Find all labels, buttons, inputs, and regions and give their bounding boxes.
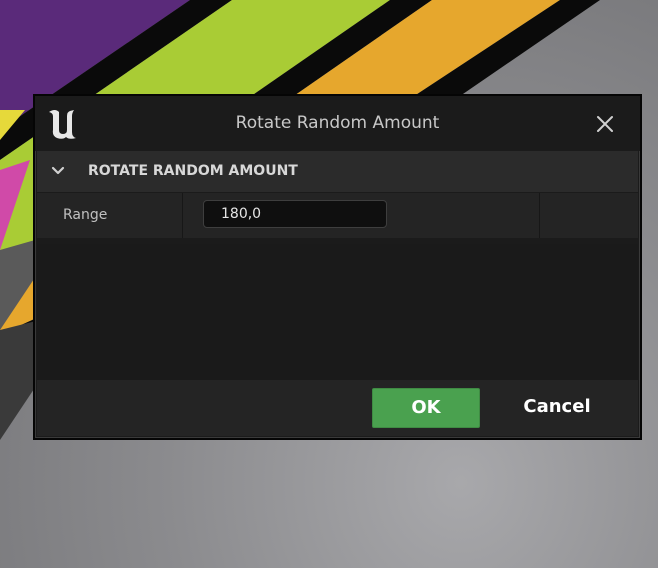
dialog-titlebar[interactable]: Rotate Random Amount (35, 96, 640, 151)
property-row-range: Range 180,0 (37, 193, 638, 238)
cancel-button[interactable]: Cancel (503, 388, 611, 428)
dialog-title: Rotate Random Amount (235, 113, 440, 133)
dialog-footer: OK Cancel (37, 380, 638, 436)
ok-button[interactable]: OK (372, 388, 480, 428)
column-divider (182, 193, 183, 238)
column-divider (539, 193, 540, 238)
close-icon[interactable] (596, 115, 614, 133)
rotate-random-amount-dialog: Rotate Random Amount ROTATE RANDOM AMOUN… (33, 94, 642, 440)
range-input[interactable]: 180,0 (203, 200, 387, 228)
section-header-rotate-random-amount[interactable]: ROTATE RANDOM AMOUNT (37, 151, 638, 192)
range-label: Range (63, 207, 108, 223)
section-title: ROTATE RANDOM AMOUNT (88, 163, 298, 179)
details-panel-empty-area (37, 244, 638, 380)
chevron-down-icon[interactable] (51, 165, 65, 177)
